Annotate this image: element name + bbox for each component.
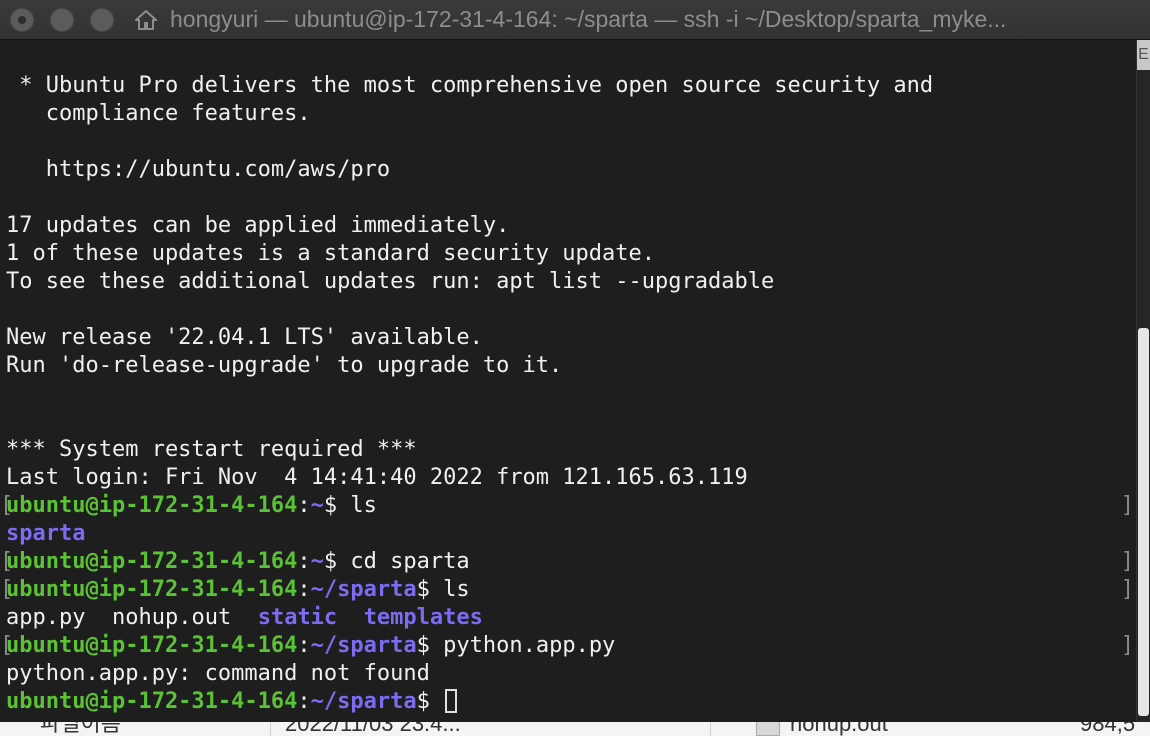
minimize-button[interactable] (50, 8, 74, 32)
scrollbar-top-button[interactable]: E (1137, 40, 1150, 70)
prompt-separator: : (297, 633, 311, 658)
prompt-symbol: $ (416, 633, 430, 658)
prompt-path: ~/sparta (310, 689, 417, 714)
title-bar[interactable]: hongyuri — ubuntu@ip-172-31-4-164: ~/spa… (0, 0, 1150, 40)
motd-line: To see these additional updates run: apt… (6, 269, 775, 294)
close-button[interactable] (10, 8, 34, 32)
motd-line: Run 'do-release-upgrade' to upgrade to i… (6, 353, 563, 378)
prompt-path: ~/sparta (310, 577, 417, 602)
prompt-path: ~/sparta (310, 633, 417, 658)
mark-bracket-close: ] (1120, 577, 1134, 602)
prompt-separator: : (297, 493, 311, 518)
prompt-separator: : (297, 577, 311, 602)
prompt-symbol: $ (323, 493, 338, 518)
prompt-path: ~ (310, 493, 324, 518)
prompt-user: ubuntu@ip-172-31-4-164 (6, 549, 298, 574)
output-directory: templates (363, 605, 483, 630)
prompt-user: ubuntu@ip-172-31-4-164 (6, 577, 298, 602)
motd-line: 1 of these updates is a standard securit… (6, 241, 656, 266)
mark-bracket-open: [ (0, 493, 14, 518)
scrollbar-thumb[interactable] (1138, 328, 1149, 716)
motd-line: New release '22.04.1 LTS' available. (6, 325, 483, 350)
command-input[interactable] (430, 689, 443, 714)
mark-bracket-close: ] (1120, 493, 1134, 518)
prompt-path: ~ (310, 549, 324, 574)
motd-line (6, 408, 1130, 436)
prompt-separator: : (297, 549, 311, 574)
vertical-scrollbar[interactable]: E (1136, 40, 1150, 722)
motd-line: https://ubuntu.com/aws/pro (6, 157, 391, 182)
mark-bracket-close: ] (1120, 549, 1134, 574)
motd-line (6, 128, 1130, 156)
output-file: app.py (6, 605, 86, 630)
command-text: ls (337, 493, 377, 518)
output-file-list: app.py nohup.out static templates (6, 604, 1130, 632)
background-file-name: 파일이름 (40, 722, 121, 736)
motd-line: Last login: Fri Nov 4 14:41:40 2022 from… (6, 465, 748, 490)
mark-bracket-open: [ (0, 633, 14, 658)
prompt-symbol: $ (416, 689, 430, 714)
terminal-output[interactable]: * Ubuntu Pro delivers the most comprehen… (0, 40, 1136, 722)
command-text: cd sparta (337, 549, 470, 574)
motd-line (6, 296, 1130, 324)
terminal-window: hongyuri — ubuntu@ip-172-31-4-164: ~/spa… (0, 0, 1150, 736)
command-text: python.app.py (429, 633, 616, 658)
prompt-symbol: $ (323, 549, 338, 574)
background-file-name: nohup.out (790, 722, 888, 736)
background-window-strip: 파일이름 2022/11/03 23:4... nohup.out 984,5 (0, 722, 1150, 736)
prompt-symbol: $ (416, 577, 430, 602)
motd-line: compliance features. (6, 101, 311, 126)
motd-line: 17 updates can be applied immediately. (6, 213, 510, 238)
prompt-user: ubuntu@ip-172-31-4-164 (6, 689, 298, 714)
prompt-line: [ubuntu@ip-172-31-4-164:~$ cd sparta] (0, 548, 1134, 576)
motd-line: *** System restart required *** (6, 437, 417, 462)
prompt-line: [ubuntu@ip-172-31-4-164:~/sparta$ python… (0, 632, 1134, 660)
background-file-date: 2022/11/03 23:4... (285, 722, 461, 736)
prompt-separator: : (297, 689, 311, 714)
motd-line (6, 184, 1130, 212)
window-title: hongyuri — ubuntu@ip-172-31-4-164: ~/spa… (170, 6, 1007, 32)
text-cursor (445, 689, 458, 713)
terminal-lines: * Ubuntu Pro delivers the most comprehen… (0, 72, 1134, 716)
output-directory: sparta (6, 521, 86, 546)
file-icon (756, 722, 780, 736)
prompt-line: [ubuntu@ip-172-31-4-164:~/sparta$ ls] (0, 576, 1134, 604)
current-prompt-line[interactable]: ubuntu@ip-172-31-4-164:~/sparta$ (6, 688, 1130, 716)
output-error: python.app.py: command not found (6, 661, 430, 686)
background-file-size: 984,5 (1080, 722, 1136, 736)
prompt-user: ubuntu@ip-172-31-4-164 (6, 493, 298, 518)
column-divider (270, 722, 271, 736)
output-directory: static (257, 605, 338, 630)
prompt-user: ubuntu@ip-172-31-4-164 (6, 633, 298, 658)
mark-bracket-close: ] (1120, 633, 1134, 658)
column-divider (710, 722, 711, 736)
output-file: nohup.out (111, 605, 232, 630)
motd-line (6, 380, 1130, 408)
mark-bracket-open: [ (0, 549, 14, 574)
home-folder-icon (134, 8, 158, 32)
prompt-line: [ubuntu@ip-172-31-4-164:~$ ls] (0, 492, 1134, 520)
command-text: ls (429, 577, 470, 602)
mark-bracket-open: [ (0, 577, 14, 602)
zoom-button[interactable] (90, 8, 114, 32)
motd-line: * Ubuntu Pro delivers the most comprehen… (6, 73, 934, 98)
